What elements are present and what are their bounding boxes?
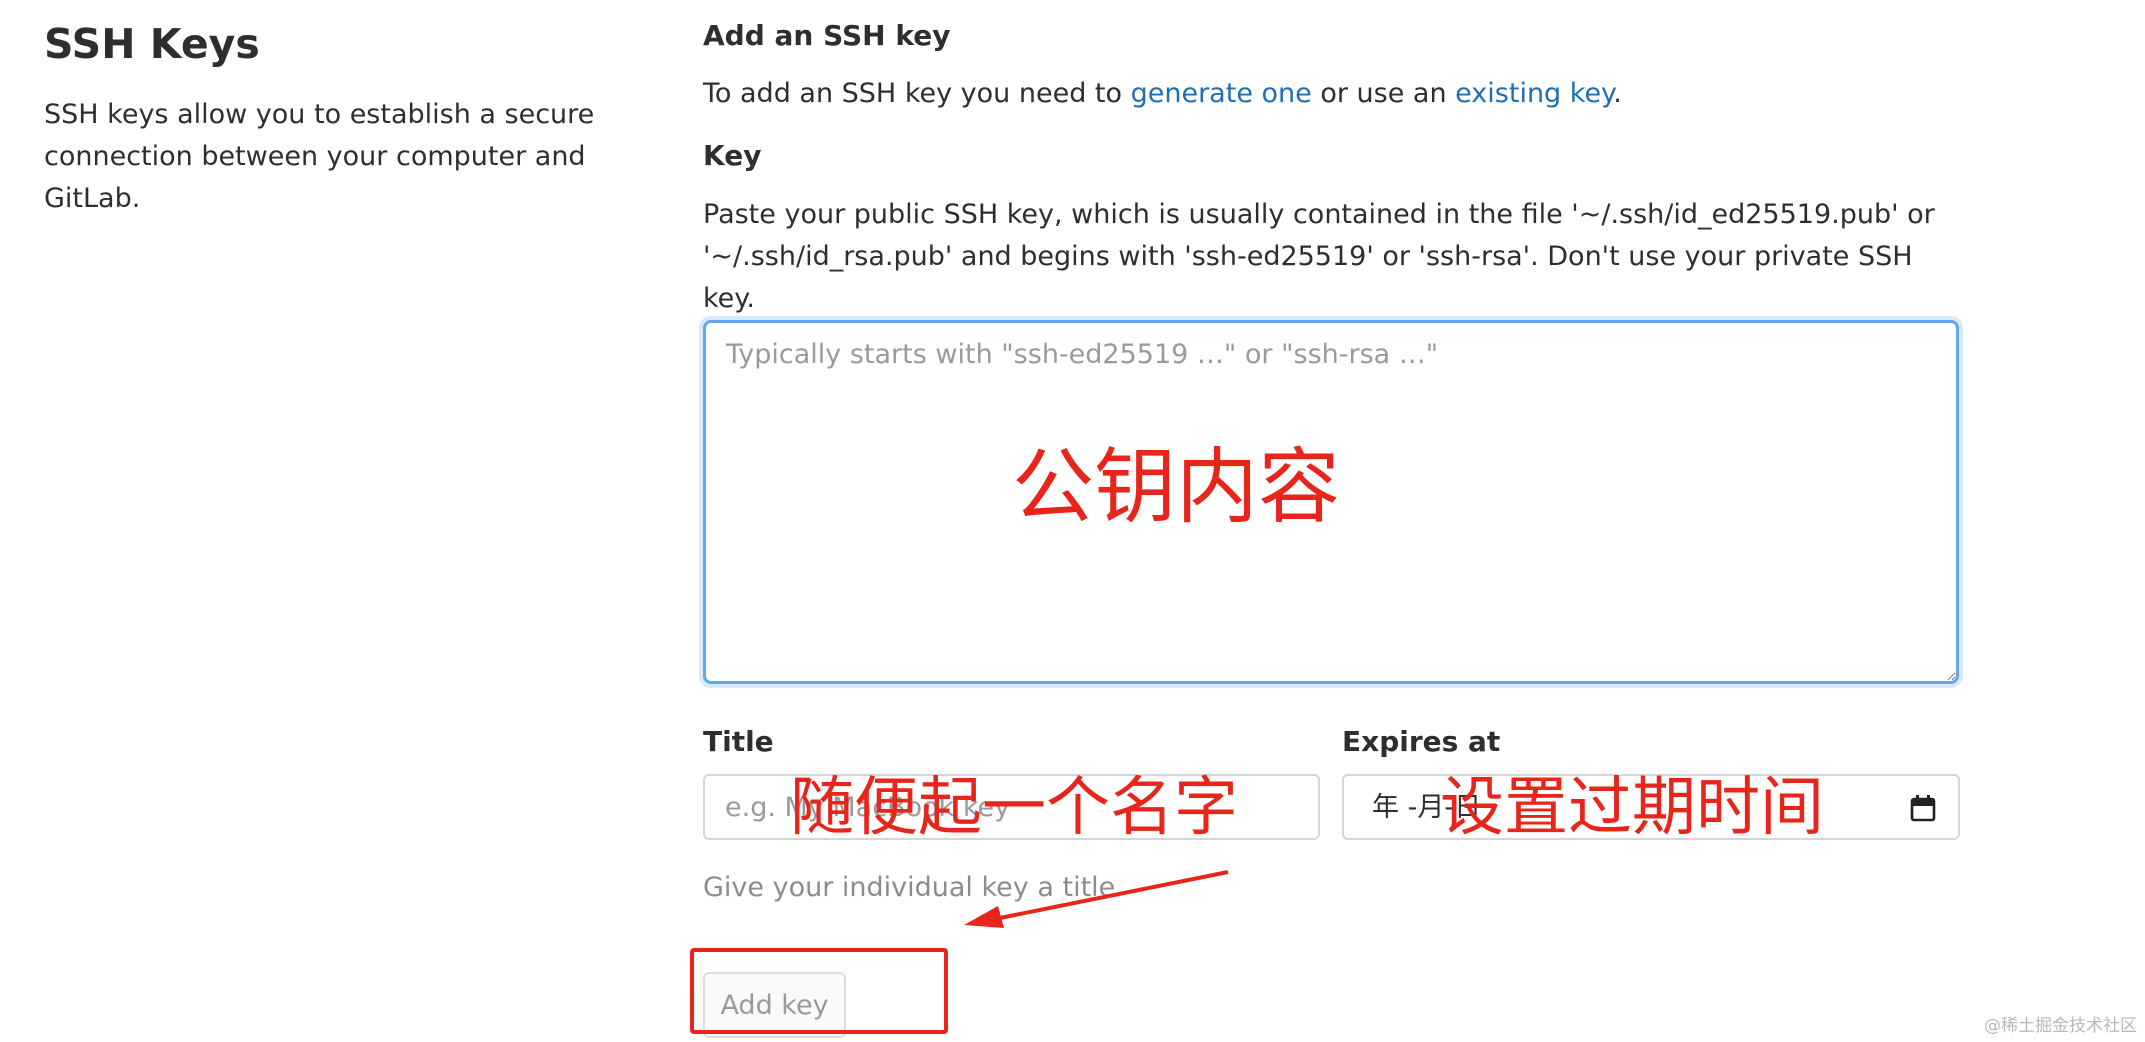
- form-heading: Add an SSH key: [703, 19, 951, 52]
- section-sidebar: SSH Keys SSH keys allow you to establish…: [44, 16, 664, 220]
- title-label: Title: [703, 725, 774, 758]
- title-hint: Give your individual key a title: [703, 872, 1116, 903]
- intro-middle: or use an: [1311, 78, 1456, 109]
- watermark: @稀土掘金技术社区: [1984, 1016, 2137, 1036]
- existing-key-link[interactable]: existing key: [1455, 78, 1613, 109]
- intro-text: To add an SSH key you need to generate o…: [703, 74, 1963, 114]
- key-label: Key: [703, 139, 762, 172]
- intro-prefix: To add an SSH key you need to: [703, 78, 1131, 109]
- add-ssh-key-form: Add an SSH key To add an SSH key you nee…: [703, 16, 1963, 1038]
- page-description: SSH keys allow you to establish a secure…: [44, 99, 595, 214]
- expires-date-value: 年 -月-日: [1372, 792, 1482, 823]
- title-input[interactable]: [703, 774, 1320, 840]
- page-title: SSH Keys: [44, 20, 260, 68]
- expires-label: Expires at: [1342, 725, 1501, 758]
- key-help-text: Paste your public SSH key, which is usua…: [703, 199, 1935, 314]
- intro-suffix: .: [1613, 78, 1622, 109]
- calendar-icon[interactable]: [1910, 794, 1936, 822]
- expires-date-input[interactable]: 年 -月-日: [1342, 774, 1960, 840]
- key-textarea[interactable]: [703, 320, 1959, 684]
- add-key-button[interactable]: Add key: [703, 972, 846, 1038]
- generate-one-link[interactable]: generate one: [1131, 78, 1312, 109]
